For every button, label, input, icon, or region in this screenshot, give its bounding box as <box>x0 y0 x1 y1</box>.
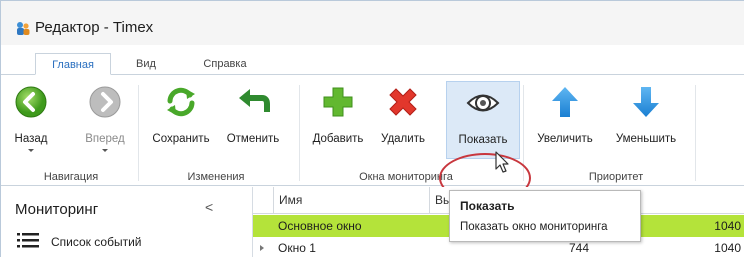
cancel-label: Отменить <box>226 133 280 145</box>
save-button[interactable]: Сохранить <box>147 81 215 159</box>
increase-label: Увеличить <box>537 133 593 145</box>
show-button[interactable]: Показать <box>446 81 520 159</box>
sidebar-item-events[interactable]: Список событий <box>51 235 141 249</box>
forward-arrow-icon <box>89 86 121 118</box>
ribbon-tabs: Главная Вид Справка <box>1 53 744 75</box>
grid-header-indicator <box>253 187 273 214</box>
cross-icon <box>389 88 417 116</box>
group-label-navigation: Навигация <box>43 171 99 183</box>
group-separator <box>138 85 139 181</box>
editor-window: Редактор - Timex Главная Вид Справка Наз… <box>0 0 744 257</box>
forward-label: Вперед <box>85 133 125 145</box>
column-header-name[interactable]: Имя <box>273 187 429 214</box>
tooltip-title: Показать <box>460 199 515 213</box>
decrease-label: Уменьшить <box>615 133 677 145</box>
undo-icon <box>239 89 270 112</box>
save-label: Сохранить <box>152 133 210 145</box>
arrow-down-icon <box>633 87 659 117</box>
group-label-changes: Изменения <box>187 171 245 183</box>
back-arrow-icon <box>15 86 47 118</box>
back-label: Назад <box>14 133 48 145</box>
cell-name: Основное окно <box>278 219 362 233</box>
group-separator <box>523 85 524 181</box>
monitoring-panel: Мониторинг < Список событий <box>1 187 253 257</box>
group-label-monitoring-windows: Окна мониторинга <box>359 171 453 183</box>
window-title: Редактор - Timex <box>35 19 154 36</box>
forward-dropdown-arrow[interactable] <box>102 149 108 152</box>
row-indicator-icon <box>260 245 264 251</box>
mouse-cursor-icon <box>495 151 509 173</box>
add-label: Добавить <box>312 133 364 145</box>
plus-icon <box>323 87 353 117</box>
eye-icon <box>466 94 500 112</box>
group-separator <box>299 85 300 181</box>
group-separator <box>695 85 696 181</box>
tab-help[interactable]: Справка <box>195 53 255 75</box>
back-dropdown-arrow[interactable] <box>28 149 34 152</box>
increase-button[interactable]: Увеличить <box>529 81 601 159</box>
back-button[interactable]: Назад <box>9 81 53 159</box>
tab-view[interactable]: Вид <box>131 53 161 75</box>
delete-label: Удалить <box>381 133 425 145</box>
panel-title: Мониторинг <box>15 201 99 218</box>
forward-button[interactable]: Вперед <box>81 81 129 159</box>
list-icon <box>17 233 39 248</box>
decrease-button[interactable]: Уменьшить <box>605 81 687 159</box>
cell-name: Окно 1 <box>278 241 316 255</box>
group-label-priority: Приоритет <box>588 171 644 183</box>
tooltip-text: Показать окно мониторинга <box>460 221 608 233</box>
refresh-icon <box>167 87 195 117</box>
cell-value: 1040 <box>714 241 741 255</box>
tab-home[interactable]: Главная <box>35 53 111 75</box>
app-icon <box>17 22 30 35</box>
cancel-button[interactable]: Отменить <box>223 81 283 159</box>
show-label: Показать <box>458 134 508 146</box>
tooltip: Показать Показать окно мониторинга <box>449 190 641 242</box>
collapse-icon[interactable]: < <box>205 199 213 215</box>
title-bar: Редактор - Timex <box>1 1 744 45</box>
add-button[interactable]: Добавить <box>307 81 369 159</box>
cell-value: 1040 <box>714 219 741 233</box>
arrow-up-icon <box>552 87 578 117</box>
delete-button[interactable]: Удалить <box>374 81 432 159</box>
ribbon: Назад Вперед Навигация Сохранить Отменит… <box>1 74 744 186</box>
